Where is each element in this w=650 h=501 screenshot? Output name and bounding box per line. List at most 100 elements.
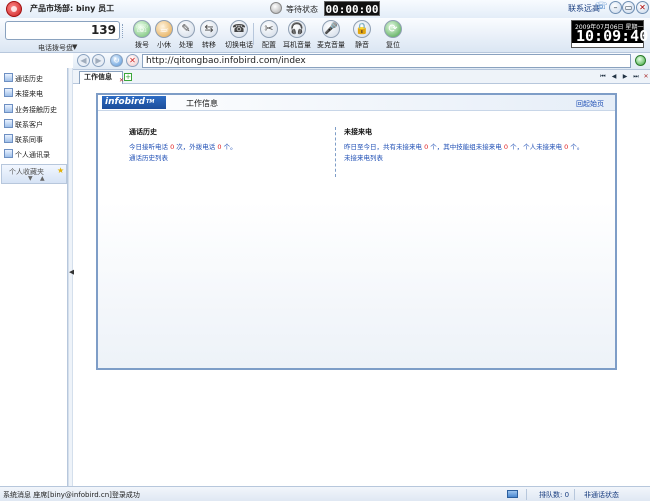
sidebar-splitter[interactable]: ◀ xyxy=(68,68,74,486)
headset-volume-label: 耳机音量 xyxy=(283,41,311,49)
business-contact-icon xyxy=(4,104,13,113)
phone-handset-icon: ☏ xyxy=(595,1,608,12)
minimize-button[interactable]: – xyxy=(609,1,622,14)
clock-base xyxy=(572,43,643,47)
sidebar-item-address-book[interactable]: 个人通讯录 xyxy=(0,146,68,161)
summary-text: 个。 xyxy=(568,143,584,151)
lock-mute-icon: 🔒 xyxy=(353,20,371,38)
sidebar-item-label: 联系客户 xyxy=(15,121,43,129)
sidebar-item-contact-colleague[interactable]: 联系同事 xyxy=(0,131,68,146)
back-to-home-link[interactable]: 回起始页 xyxy=(576,99,604,109)
scroll-up-icon[interactable]: ▲ xyxy=(40,175,45,182)
scroll-down-icon[interactable]: ▼ xyxy=(28,175,33,182)
transfer-button[interactable]: ⇆ 转移 xyxy=(194,20,224,50)
summary-text: 次，外拨电话 xyxy=(174,143,218,151)
summary-text: 个。 xyxy=(221,143,237,151)
tab-label: 工作信息 xyxy=(84,73,112,81)
logo-trademark: TM xyxy=(146,99,155,105)
work-info-panel: infobirdTM 工作信息 回起始页 通话历史 今日接听电话 0 次，外拨电… xyxy=(96,93,617,370)
tab-close-all-button[interactable]: ✕ xyxy=(642,73,650,81)
wait-status-icon[interactable] xyxy=(270,2,282,14)
tab-last-button[interactable]: ⏭ xyxy=(632,73,640,81)
panel-body: 通话历史 今日接听电话 0 次，外拨电话 0 个。 通话历史列表 未接来电 昨日… xyxy=(98,112,615,368)
dial-number-input[interactable]: 139 xyxy=(5,21,120,40)
call-history-title: 通话历史 xyxy=(129,128,157,136)
summary-text: 个，其中技能组未接来电 xyxy=(428,143,504,151)
transfer-label: 转移 xyxy=(202,41,216,49)
summary-text: 今日接听电话 xyxy=(129,143,171,151)
sidebar-item-contact-customer[interactable]: 联系客户 xyxy=(0,116,68,131)
panel-title: 工作信息 xyxy=(186,99,218,108)
tab-bar: 工作信息 ✕ + ⏮ ◀ ▶ ⏭ ✕ xyxy=(73,70,650,84)
contact-colleague-icon xyxy=(4,134,13,143)
mic-volume-button[interactable]: 🎤 麦克音量 xyxy=(316,20,346,50)
call-state: 非通话状态 xyxy=(584,491,619,499)
tab-work-info[interactable]: 工作信息 ✕ xyxy=(79,71,124,84)
reset-label: 复位 xyxy=(386,41,400,49)
dial-mode-select[interactable]: 电话拨号盘 xyxy=(38,43,73,53)
add-tab-button[interactable]: + xyxy=(124,73,132,81)
reset-button[interactable]: ⟳ 复位 xyxy=(378,20,408,50)
call-timer-display: 00:00:00 xyxy=(324,1,380,16)
tab-first-button[interactable]: ⏮ xyxy=(599,73,607,81)
switch-phone-icon: ☎ xyxy=(230,20,248,38)
pen-icon: ✎ xyxy=(177,20,195,38)
sidebar-item-business-history[interactable]: 业务接触历史 xyxy=(0,101,68,116)
sidebar-item-label: 未接来电 xyxy=(15,90,43,98)
microphone-icon: 🎤 xyxy=(322,20,340,38)
sidebar: 通话历史 未接来电 业务接触历史 联系客户 联系同事 个人通讯录 个人收藏夹 ★… xyxy=(0,68,68,486)
input-resize-grip[interactable] xyxy=(122,24,126,38)
refresh-button[interactable]: ↻ xyxy=(110,54,123,67)
config-button[interactable]: ✂ 配置 xyxy=(254,20,284,50)
status-separator xyxy=(526,489,527,500)
title-bar: 产品市场部: biny 员工 等待状态 00:00:00 联系远高 ☏ – ▭ … xyxy=(0,0,650,18)
go-button[interactable] xyxy=(635,55,646,66)
sidebar-item-label: 个人通讯录 xyxy=(15,151,50,159)
panel-header: infobirdTM 工作信息 回起始页 xyxy=(98,95,615,111)
missed-calls-summary: 昨日至今日，共有未接来电 0 个，其中技能组未接来电 0 个，个人未接来电 0 … xyxy=(344,141,583,151)
back-button[interactable]: ◀ xyxy=(77,54,90,67)
queue-count: 排队数: 0 xyxy=(539,491,570,499)
tools-icon: ✂ xyxy=(260,20,278,38)
tab-prev-button[interactable]: ◀ xyxy=(610,73,618,81)
url-input[interactable]: http://qitongbao.infobird.com/index xyxy=(142,54,631,68)
mic-volume-label: 麦克音量 xyxy=(317,41,345,49)
mute-label: 静音 xyxy=(355,41,369,49)
forward-button[interactable]: ▶ xyxy=(92,54,105,67)
headset-volume-button[interactable]: 🎧 耳机音量 xyxy=(282,20,312,50)
stop-button[interactable]: ✕ xyxy=(126,54,139,67)
sidebar-item-call-history[interactable]: 通话历史 xyxy=(0,70,68,85)
switch-call-button[interactable]: ☎ 切换电话 xyxy=(224,20,254,50)
favorites-label: 个人收藏夹 xyxy=(9,168,44,176)
wait-status-label: 等待状态 xyxy=(286,5,318,14)
status-bar: 系统消息 座席[biny@infobird.cn]登录成功 排队数: 0 非通话… xyxy=(0,486,650,501)
tab-next-button[interactable]: ▶ xyxy=(621,73,629,81)
section-divider xyxy=(335,127,336,177)
sidebar-item-label: 通话历史 xyxy=(15,75,43,83)
star-icon: ★ xyxy=(57,166,65,175)
sidebar-item-label: 业务接触历史 xyxy=(15,106,57,114)
logo-text: infobird xyxy=(105,97,145,107)
chevron-down-icon[interactable]: ▼ xyxy=(72,43,77,51)
reset-arrows-icon: ⟳ xyxy=(384,20,402,38)
transfer-icon: ⇆ xyxy=(200,20,218,38)
sidebar-item-label: 联系同事 xyxy=(15,136,43,144)
call-history-list-link[interactable]: 通话历史列表 xyxy=(129,152,168,162)
status-separator xyxy=(574,489,575,500)
department-user-label: 产品市场部: biny 员工 xyxy=(30,4,115,13)
app-logo-icon xyxy=(6,1,22,17)
address-bar: ◀ ▶ ↻ ✕ http://qitongbao.infobird.com/in… xyxy=(73,53,650,70)
sidebar-item-missed-calls[interactable]: 未接来电 xyxy=(0,85,68,100)
mute-button[interactable]: 🔒 静音 xyxy=(347,20,377,50)
call-history-icon xyxy=(4,73,13,82)
missed-calls-title: 未接来电 xyxy=(344,128,372,136)
favorites-header[interactable]: 个人收藏夹 ★ ▼ ▲ xyxy=(1,164,67,184)
missed-call-icon xyxy=(4,88,13,97)
close-button[interactable]: ✕ xyxy=(636,1,649,14)
summary-text: 个，个人未接来电 xyxy=(508,143,565,151)
missed-calls-list-link[interactable]: 未接来电列表 xyxy=(344,152,383,162)
contact-customer-icon xyxy=(4,119,13,128)
maximize-button[interactable]: ▭ xyxy=(622,1,635,14)
system-message: 系统消息 座席[biny@infobird.cn]登录成功 xyxy=(3,491,140,499)
config-label: 配置 xyxy=(262,41,276,49)
